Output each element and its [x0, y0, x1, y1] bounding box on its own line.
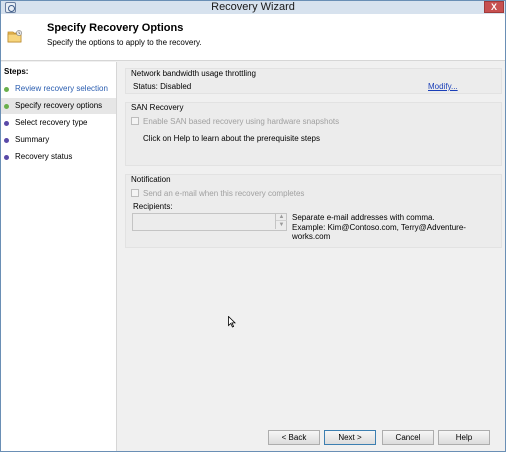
- step-done-icon: [4, 87, 9, 92]
- email-notification-checkbox[interactable]: [131, 189, 139, 197]
- throttling-title: Network bandwidth usage throttling: [131, 69, 256, 78]
- recipients-input[interactable]: [132, 213, 287, 231]
- notification-title: Notification: [131, 175, 171, 184]
- steps-heading: Steps:: [4, 67, 29, 76]
- step-pending-icon: [4, 121, 9, 126]
- page-title: Specify Recovery Options: [47, 22, 184, 34]
- throttling-status: Status: Disabled: [133, 82, 192, 91]
- close-button[interactable]: X: [484, 1, 504, 13]
- help-button[interactable]: Help: [438, 430, 490, 445]
- options-panel: Network bandwidth usage throttling Statu…: [118, 62, 505, 422]
- step-recovery-status[interactable]: Recovery status: [1, 149, 116, 165]
- san-recovery-checkbox[interactable]: [131, 117, 139, 125]
- step-current-icon: [4, 104, 9, 109]
- next-button[interactable]: Next >: [324, 430, 376, 445]
- san-recovery-title: SAN Recovery: [131, 103, 184, 112]
- recipients-hint-line1: Separate e-mail addresses with comma.: [292, 213, 435, 222]
- recipients-hint-line2: Example: Kim@Contoso.com, Terry@Adventur…: [292, 223, 466, 241]
- step-label: Summary: [15, 135, 50, 144]
- mouse-pointer-icon: [228, 316, 236, 328]
- modify-throttling-link[interactable]: Modify...: [428, 82, 458, 91]
- notification-group: Notification Send an e-mail when this re…: [125, 174, 502, 248]
- san-recovery-checkbox-label: Enable SAN based recovery using hardware…: [143, 117, 340, 126]
- step-specify-recovery-options[interactable]: Specify recovery options: [1, 98, 116, 114]
- page-subtitle: Specify the options to apply to the reco…: [47, 38, 202, 47]
- san-help-text: Click on Help to learn about the prerequ…: [143, 134, 320, 143]
- wizard-header: Specify Recovery Options Specify the opt…: [1, 14, 505, 61]
- step-label: Specify recovery options: [15, 101, 103, 110]
- step-pending-icon: [4, 138, 9, 143]
- back-button[interactable]: < Back: [268, 430, 320, 445]
- email-notification-checkbox-label: Send an e-mail when this recovery comple…: [143, 189, 305, 198]
- step-label: Select recovery type: [15, 118, 88, 127]
- recipients-label: Recipients:: [133, 202, 173, 211]
- step-label: Review recovery selection: [15, 84, 108, 93]
- step-pending-icon: [4, 155, 9, 160]
- throttling-group: Network bandwidth usage throttling Statu…: [125, 68, 502, 94]
- wizard-footer: < Back Next > Cancel Help: [118, 422, 505, 451]
- recovery-folder-icon: [7, 30, 22, 43]
- step-select-recovery-type[interactable]: Select recovery type: [1, 115, 116, 131]
- step-summary[interactable]: Summary: [1, 132, 116, 148]
- san-recovery-group: SAN Recovery Enable SAN based recovery u…: [125, 102, 502, 166]
- step-review-recovery-selection[interactable]: Review recovery selection: [1, 81, 116, 97]
- recovery-wizard-window: Recovery Wizard X Specify Recovery Optio…: [0, 0, 506, 452]
- steps-sidebar: Steps: Review recovery selection Specify…: [1, 62, 117, 451]
- window-title: Recovery Wizard: [211, 1, 295, 13]
- cancel-button[interactable]: Cancel: [382, 430, 434, 445]
- title-bar[interactable]: Recovery Wizard X: [1, 1, 505, 14]
- step-label: Recovery status: [15, 152, 73, 161]
